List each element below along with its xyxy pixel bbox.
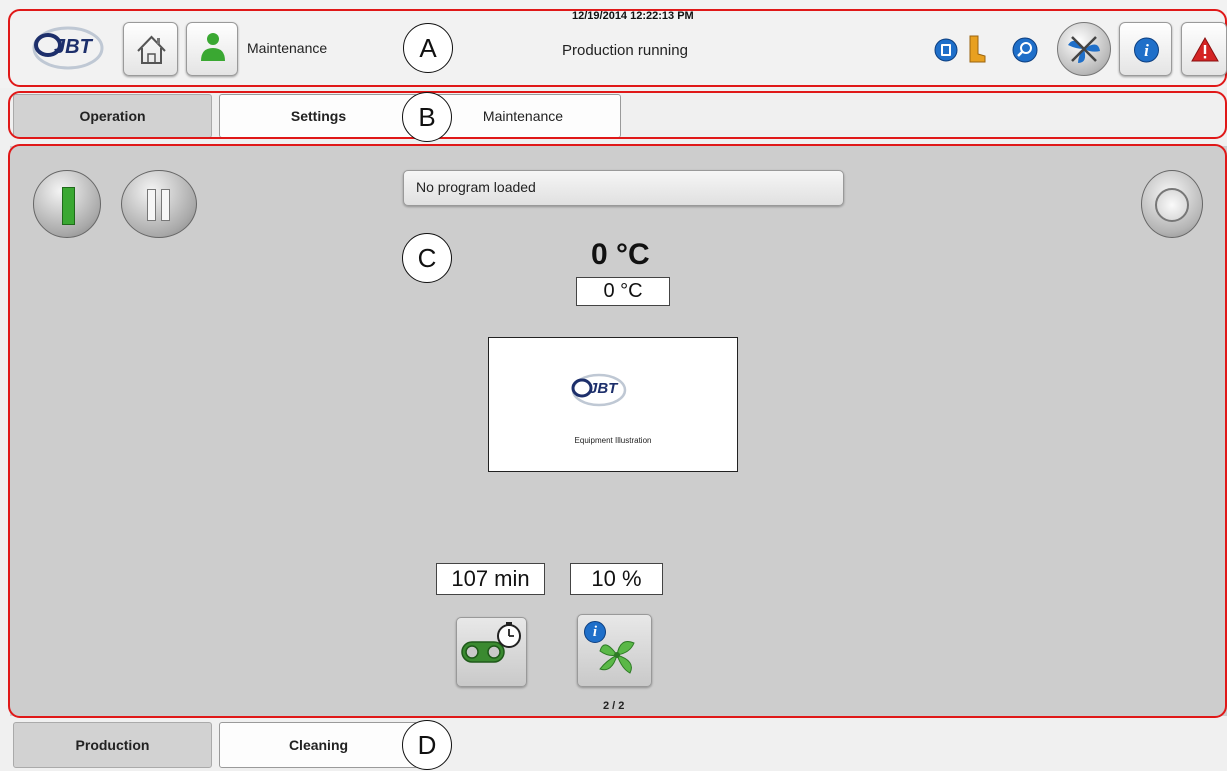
temperature-actual: 0 °C <box>591 238 650 271</box>
fan-disable-button[interactable] <box>1057 22 1111 76</box>
search-status-icon <box>1012 37 1038 63</box>
user-icon <box>201 33 225 61</box>
stop-button[interactable] <box>1141 170 1203 238</box>
info-button[interactable]: i <box>1119 22 1172 76</box>
home-button[interactable] <box>123 22 178 76</box>
equipment-caption: Equipment Illustration <box>574 436 652 445</box>
temperature-setpoint[interactable]: 0 °C <box>576 277 670 306</box>
fan-button[interactable]: i <box>577 614 652 687</box>
user-role-label: Maintenance <box>247 40 328 56</box>
program-field-text: No program loaded <box>416 179 536 195</box>
fan-off-icon <box>1068 36 1100 63</box>
conveyor-timer-button[interactable] <box>456 617 527 687</box>
home-icon <box>137 35 166 64</box>
callout-d: D <box>402 720 452 770</box>
fan-info-icon[interactable]: i <box>584 621 606 643</box>
start-icon <box>62 187 75 225</box>
callout-b: B <box>402 92 452 142</box>
door-status-icon <box>934 38 958 62</box>
fan-page-indicator: 2 / 2 <box>603 700 625 712</box>
jbt-logo: JBT <box>28 24 114 72</box>
equipment-illustration: JBT Equipment Illustration <box>488 337 738 472</box>
pause-icon <box>147 189 173 221</box>
tab-production[interactable]: Production <box>13 722 212 768</box>
fan-speed-value[interactable]: 10 % <box>570 563 663 595</box>
callout-a: A <box>403 23 453 73</box>
callout-c: C <box>402 233 452 283</box>
program-field[interactable]: No program loaded <box>403 170 844 206</box>
start-button[interactable] <box>33 170 101 238</box>
equipment-logo-text: JBT <box>589 380 618 397</box>
pause-button[interactable] <box>121 170 197 238</box>
conveyor-time-value[interactable]: 107 min <box>436 563 545 595</box>
user-button[interactable] <box>186 22 238 76</box>
boot-hygiene-icon <box>965 34 987 64</box>
warning-icon <box>1191 36 1219 62</box>
datetime-label: 12/19/2014 12:22:13 PM <box>572 10 694 22</box>
alarm-button[interactable] <box>1181 22 1227 76</box>
svg-text:i: i <box>1144 41 1149 60</box>
tab-cleaning[interactable]: Cleaning <box>219 722 418 768</box>
info-icon: i <box>1134 37 1159 63</box>
callout-region-b <box>8 91 1227 139</box>
production-status: Production running <box>562 42 688 59</box>
stop-icon <box>1155 188 1189 222</box>
conveyor-timer-icon <box>461 622 521 663</box>
jbt-logo-text: JBT <box>54 36 92 58</box>
